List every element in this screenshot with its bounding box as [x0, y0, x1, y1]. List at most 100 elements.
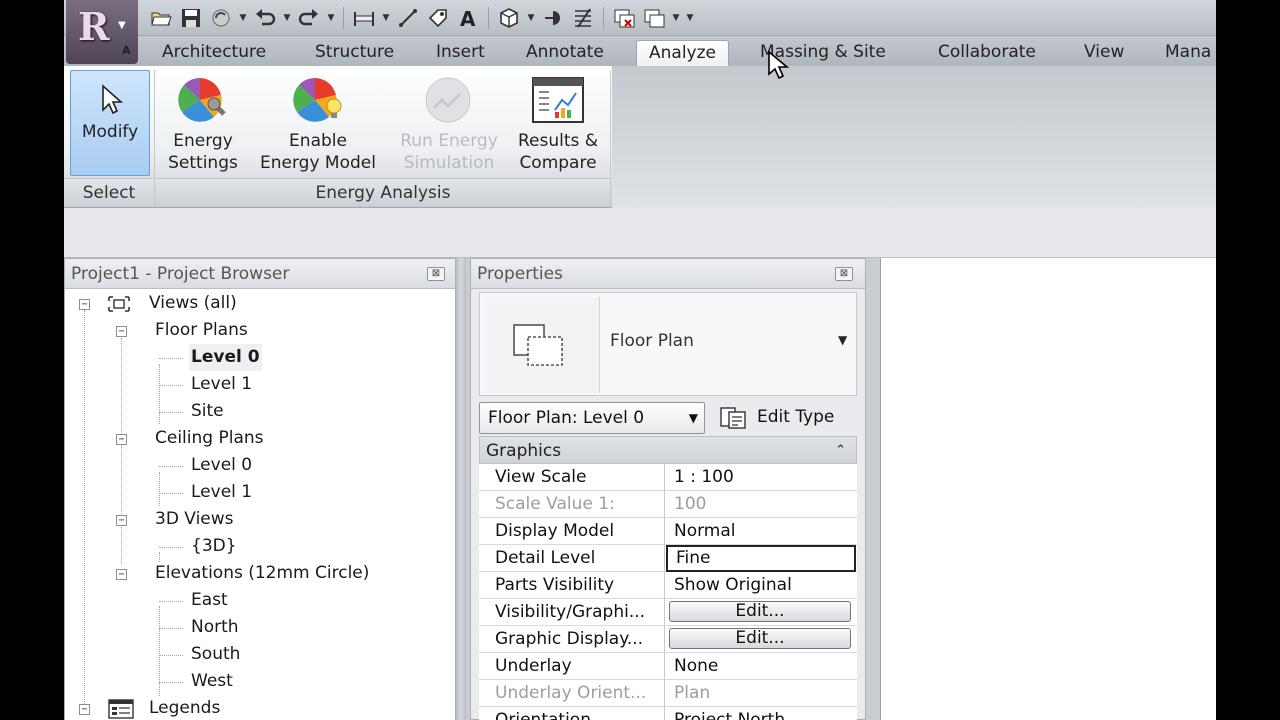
results-compare-label-2: Compare	[519, 153, 597, 173]
chevron-down-icon[interactable]: ▼	[671, 13, 681, 23]
property-value-editing[interactable]: Fine	[666, 545, 856, 572]
quick-access-toolbar: R ▼ A ▼ ▼ ▼ ▼ A ▼ ▼ ▼	[64, 0, 1216, 64]
tab-insert[interactable]: Insert	[424, 40, 497, 66]
collapse-toggle[interactable]: −	[79, 299, 90, 310]
tree-floor-plan-level-0[interactable]: Level 0	[189, 344, 262, 371]
tree-elevation-east[interactable]: East	[191, 587, 228, 614]
tree-views-all[interactable]: Views (all)	[149, 290, 237, 317]
toolbar-separator	[488, 7, 489, 29]
property-value[interactable]: 1 : 100	[666, 464, 856, 491]
property-row[interactable]: Orientation Project North	[479, 707, 857, 720]
tree-3d-views[interactable]: 3D Views	[155, 506, 234, 533]
tree-legends[interactable]: Legends	[149, 695, 220, 720]
property-value[interactable]: Normal	[666, 518, 856, 545]
energy-settings-button[interactable]: Energy Settings	[160, 70, 246, 174]
redo-icon[interactable]	[296, 5, 322, 31]
tree-connector	[159, 412, 183, 413]
chevron-down-icon[interactable]: ▼	[238, 13, 248, 23]
property-row[interactable]: Visibility/Graphi... Edit...	[479, 599, 857, 626]
tab-analyze[interactable]: Analyze	[636, 40, 729, 66]
application-menu-button[interactable]: R ▼ A	[66, 0, 138, 64]
property-name: Visibility/Graphi...	[479, 599, 665, 626]
customize-toolbar-icon[interactable]: ▼	[685, 13, 695, 23]
tree-floor-plan-level-1[interactable]: Level 1	[191, 371, 252, 398]
edit-type-button[interactable]: Edit Type	[715, 402, 857, 434]
property-name: Parts Visibility	[479, 572, 665, 599]
thin-lines-icon[interactable]	[570, 5, 596, 31]
aligned-dimension-icon[interactable]	[395, 5, 421, 31]
run-energy-simulation-label-1: Run Energy	[400, 131, 498, 151]
collapse-chevron-icon[interactable]: ⌃	[835, 437, 846, 465]
property-value[interactable]: Show Original	[666, 572, 856, 599]
tab-structure[interactable]: Structure	[303, 40, 406, 66]
select-panel-title[interactable]: Select	[64, 178, 154, 206]
chevron-down-icon[interactable]: ▼	[838, 333, 847, 347]
energy-analysis-panel-title[interactable]: Energy Analysis	[156, 178, 610, 206]
tree-ceiling-plans[interactable]: Ceiling Plans	[155, 425, 264, 452]
open-icon[interactable]	[148, 5, 174, 31]
text-icon[interactable]: A	[455, 5, 481, 31]
3d-view-icon[interactable]	[496, 5, 522, 31]
type-selector[interactable]: Floor Plan ▼	[479, 292, 857, 396]
logo-subscript: A	[122, 44, 131, 57]
sync-icon[interactable]	[208, 5, 234, 31]
visibility-graphics-edit-button[interactable]: Edit...	[669, 601, 851, 622]
collapse-toggle[interactable]: −	[116, 515, 127, 526]
close-hidden-windows-icon[interactable]	[611, 5, 637, 31]
collapse-toggle[interactable]: −	[116, 326, 127, 337]
expand-toggle[interactable]: −	[79, 704, 90, 715]
chevron-down-icon[interactable]: ▼	[282, 13, 292, 23]
tree-connector	[159, 364, 160, 424]
property-row: Scale Value 1: 100	[479, 491, 857, 518]
tab-architecture[interactable]: Architecture	[150, 40, 278, 66]
edit-type-label: Edit Type	[757, 407, 835, 427]
chevron-down-icon[interactable]: ▼	[526, 13, 536, 23]
property-row[interactable]: Parts Visibility Show Original	[479, 572, 857, 599]
section-icon[interactable]	[540, 5, 566, 31]
group-graphics[interactable]: Graphics ⌃	[479, 436, 857, 464]
results-compare-button[interactable]: Results & Compare	[510, 70, 606, 174]
tree-elevation-north[interactable]: North	[191, 614, 239, 641]
tab-view[interactable]: View	[1072, 40, 1136, 66]
tree-elevations[interactable]: Elevations (12mm Circle)	[155, 560, 369, 587]
options-bar	[64, 208, 1216, 258]
graphic-display-edit-button[interactable]: Edit...	[669, 628, 851, 649]
chevron-down-icon[interactable]: ▼	[326, 13, 336, 23]
tree-elevation-south[interactable]: South	[191, 641, 240, 668]
ribbon-empty-area	[612, 66, 1216, 208]
tree-elevation-west[interactable]: West	[191, 668, 233, 695]
property-row[interactable]: Graphic Display... Edit...	[479, 626, 857, 653]
modify-button[interactable]: Modify	[70, 70, 150, 176]
measure-icon[interactable]	[351, 5, 377, 31]
tree-3d-view-default[interactable]: {3D}	[191, 533, 237, 560]
pane-splitter[interactable]	[456, 258, 466, 720]
property-value[interactable]: None	[666, 653, 856, 680]
property-row[interactable]: View Scale 1 : 100	[479, 464, 857, 491]
collapse-toggle[interactable]: −	[116, 434, 127, 445]
tree-floor-plan-site[interactable]: Site	[191, 398, 224, 425]
property-row[interactable]: Display Model Normal	[479, 518, 857, 545]
tab-annotate[interactable]: Annotate	[514, 40, 616, 66]
tree-ceiling-plan-level-1[interactable]: Level 1	[191, 479, 252, 506]
tree-floor-plans[interactable]: Floor Plans	[155, 317, 248, 344]
undo-icon[interactable]	[252, 5, 278, 31]
tab-manage[interactable]: Mana	[1153, 40, 1216, 66]
enable-energy-model-button[interactable]: Enable Energy Model	[250, 70, 386, 174]
close-icon[interactable]: ⊠	[835, 267, 853, 281]
results-compare-icon	[532, 77, 584, 123]
tag-icon[interactable]	[425, 5, 451, 31]
tab-collaborate[interactable]: Collaborate	[926, 40, 1048, 66]
tree-ceiling-plan-level-0[interactable]: Level 0	[191, 452, 252, 479]
property-row[interactable]: Underlay None	[479, 653, 857, 680]
view-instance-dropdown[interactable]: Floor Plan: Level 0 ▼	[479, 402, 705, 434]
enable-energy-model-label-1: Enable	[289, 131, 347, 151]
close-icon[interactable]: ⊠	[427, 267, 445, 281]
tree-connector	[159, 472, 160, 506]
property-value[interactable]: Project North	[666, 707, 856, 720]
collapse-toggle[interactable]: −	[116, 569, 127, 580]
chevron-down-icon[interactable]: ▼	[381, 13, 391, 23]
save-icon[interactable]	[178, 5, 204, 31]
property-row[interactable]: Detail Level Fine	[479, 545, 857, 572]
drawing-canvas[interactable]	[880, 258, 1216, 720]
switch-windows-icon[interactable]	[641, 5, 667, 31]
